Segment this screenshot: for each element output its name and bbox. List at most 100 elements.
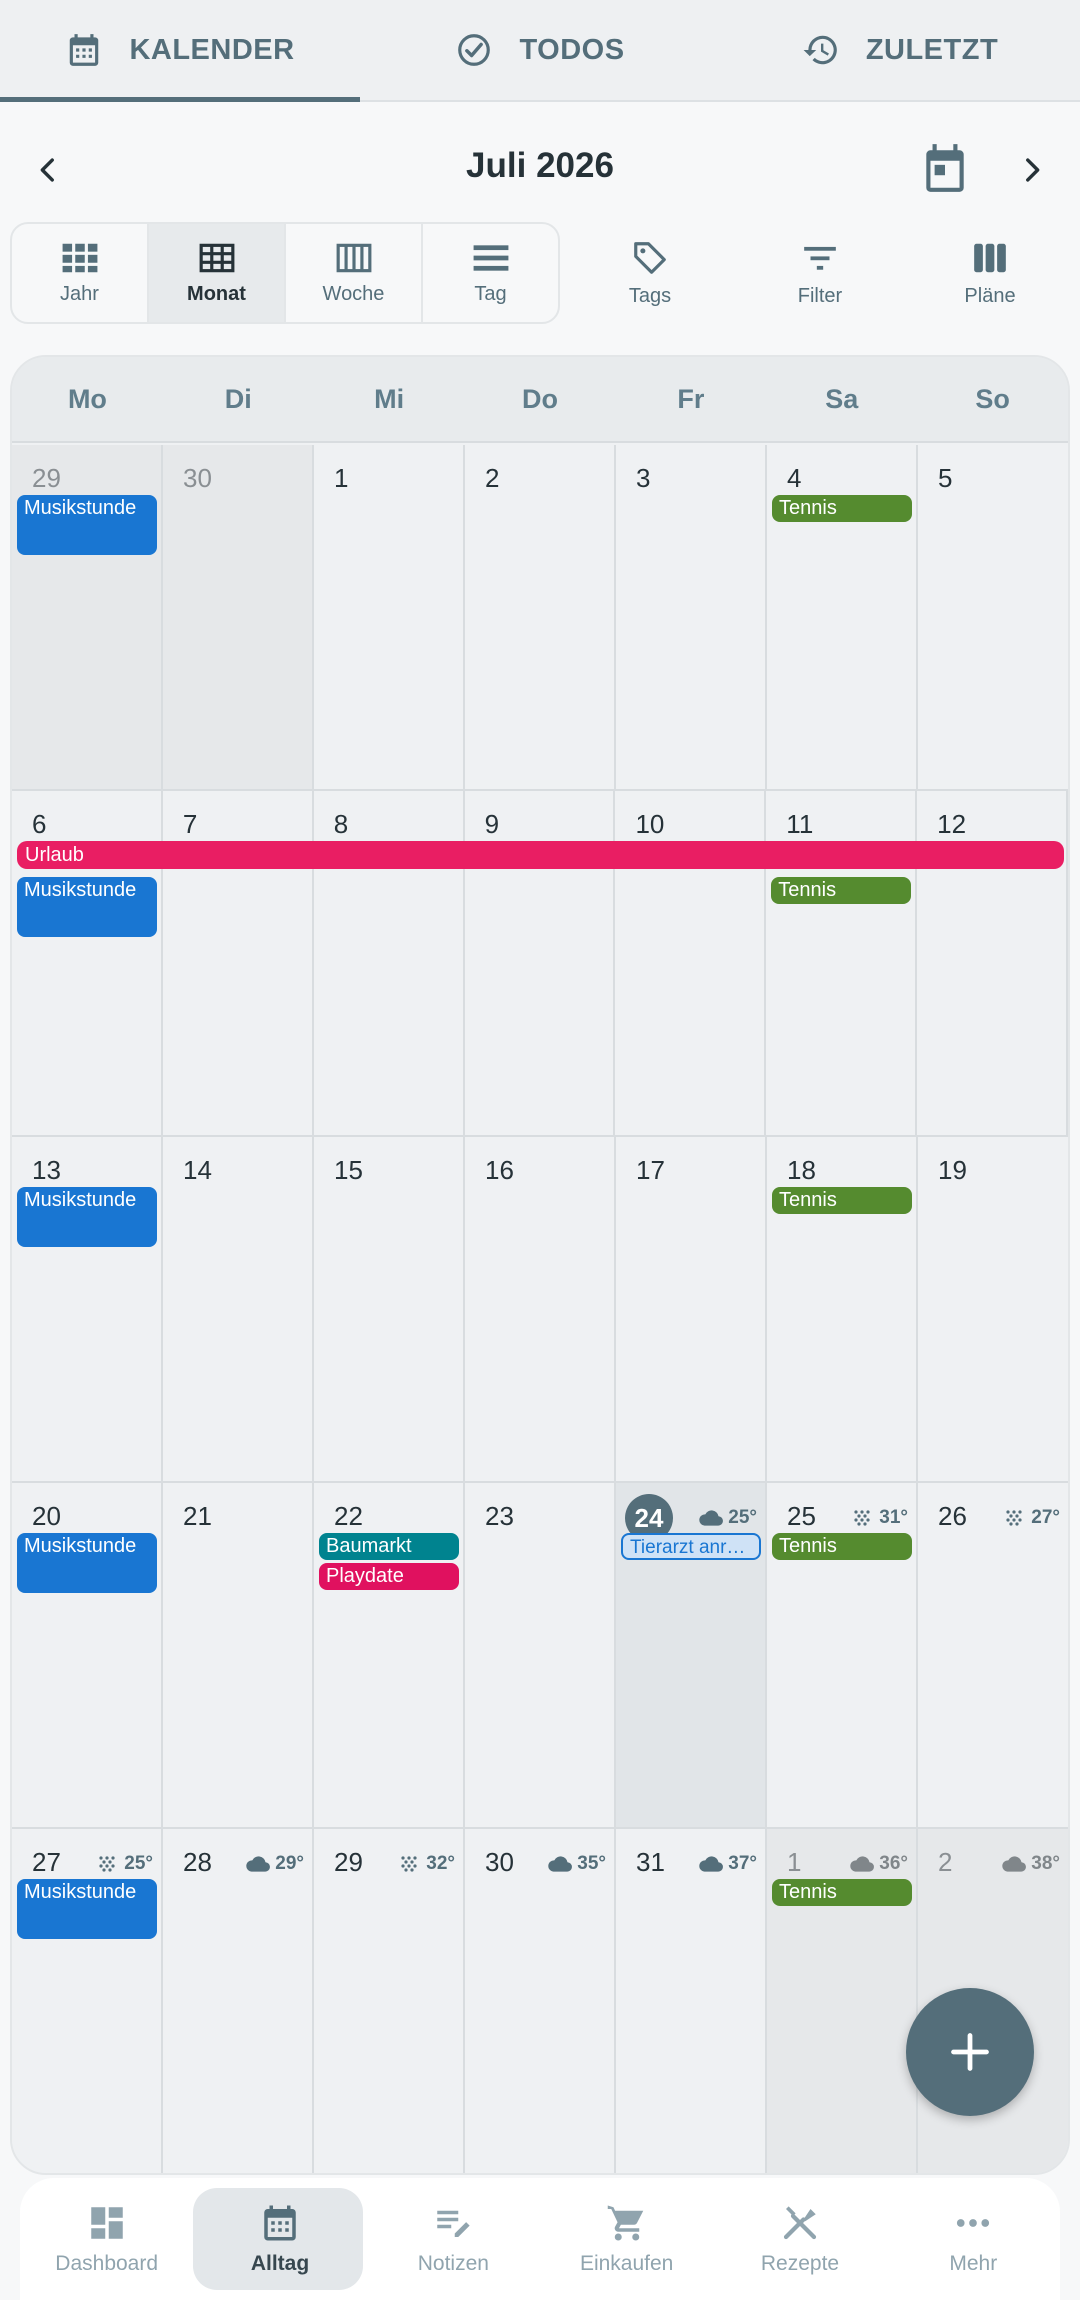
view-label: Jahr — [60, 282, 99, 305]
snow-icon — [1006, 1510, 1022, 1526]
calendar-event[interactable]: Musikstunde — [17, 1187, 157, 1247]
tool-label: Pläne — [964, 284, 1016, 307]
calendar-event[interactable]: Baumarkt — [319, 1533, 459, 1560]
day-number: 26 — [938, 1501, 967, 1531]
day-cell[interactable]: 13 Musikstunde — [12, 1137, 163, 1481]
view-label: Monat — [187, 282, 246, 305]
calendar-event[interactable]: Tierarzt anr… — [621, 1533, 761, 1560]
day-cell[interactable]: 1 — [314, 445, 465, 789]
day-cell[interactable]: 27 25° Musikstunde — [12, 1829, 163, 2173]
day-number: 27 — [32, 1847, 61, 1877]
day-number: 7 — [182, 809, 198, 839]
cloud-icon — [849, 1854, 875, 1874]
view-label: Tag — [474, 282, 507, 305]
view-woche-button[interactable]: Woche — [286, 224, 423, 322]
day-cell[interactable]: 28 29° — [163, 1829, 314, 2173]
day-cell[interactable]: 4 Tennis — [767, 445, 918, 789]
day-cell[interactable]: 22 Baumarkt Playdate — [314, 1483, 465, 1827]
calendar-event[interactable]: Tennis — [772, 1879, 912, 1906]
nav-alltag[interactable]: Alltag — [193, 2188, 366, 2300]
day-number: 16 — [485, 1155, 514, 1185]
snow-icon — [1001, 1508, 1027, 1528]
cloud-icon — [245, 1854, 271, 1874]
view-jahr-button[interactable]: Jahr — [12, 224, 149, 322]
next-month-button[interactable] — [1002, 140, 1062, 200]
calendar-icon — [264, 2205, 296, 2241]
day-cell[interactable]: 25 31° Tennis — [767, 1483, 918, 1827]
day-cell[interactable]: 20 Musikstunde — [12, 1483, 163, 1827]
weather-forecast: 27° — [1001, 1507, 1060, 1529]
tab-kalender[interactable]: KALENDER — [0, 0, 360, 102]
day-number: 13 — [32, 1155, 61, 1185]
calendar-event[interactable]: Musikstunde — [17, 1533, 157, 1593]
day-cell[interactable]: 2 — [465, 445, 616, 789]
day-cell[interactable]: 23 — [465, 1483, 616, 1827]
view-monat-button[interactable]: Monat — [149, 224, 286, 322]
day-number: 28 — [183, 1847, 212, 1877]
add-event-button[interactable] — [906, 1988, 1034, 2116]
filter-button[interactable]: Filter — [755, 222, 885, 324]
calendar-event[interactable]: Musikstunde — [17, 877, 157, 937]
day-cell[interactable]: 18 Tennis — [767, 1137, 918, 1481]
tab-zuletzt[interactable]: ZULETZT — [720, 0, 1080, 100]
day-cell[interactable]: 19 — [918, 1137, 1068, 1481]
day-number: 29 — [334, 1847, 363, 1877]
day-cell[interactable]: 29 32° — [314, 1829, 465, 2173]
cloud-icon — [698, 1508, 724, 1528]
plus-icon — [951, 2033, 989, 2071]
day-cell[interactable]: 26 27° — [918, 1483, 1068, 1827]
day-number: 9 — [484, 809, 500, 839]
more-icon — [957, 2219, 990, 2227]
day-number: 20 — [32, 1501, 61, 1531]
calendar-event[interactable]: Tennis — [772, 1187, 912, 1214]
calendar-event[interactable]: Tennis — [771, 877, 912, 904]
week-columns-icon — [336, 243, 371, 272]
nav-rezepte[interactable]: Rezepte — [713, 2192, 886, 2300]
weather-temperature: 37° — [728, 1853, 757, 1874]
day-number: 18 — [787, 1155, 816, 1185]
tags-button[interactable]: Tags — [585, 222, 715, 324]
weekday-label: Fr — [677, 383, 705, 414]
today-button[interactable] — [914, 138, 976, 200]
calendar-event[interactable]: Tennis — [772, 495, 912, 522]
nav-label: Einkaufen — [579, 2252, 674, 2275]
day-cell[interactable]: 5 — [918, 445, 1068, 789]
calendar-event[interactable]: Musikstunde — [17, 1879, 157, 1939]
weather-forecast: 37° — [698, 1853, 757, 1875]
tab-label: TODOS — [519, 33, 625, 66]
day-cell[interactable]: 17 — [616, 1137, 767, 1481]
weekday-label: Mo — [67, 383, 107, 414]
plans-button[interactable]: Pläne — [925, 222, 1055, 324]
view-tag-button[interactable]: Tag — [423, 224, 558, 322]
calendar-event[interactable]: Musikstunde — [17, 495, 157, 555]
snow-icon — [854, 1510, 870, 1526]
tab-label: KALENDER — [129, 33, 295, 66]
tab-todos[interactable]: TODOS — [360, 0, 720, 100]
multi-day-event[interactable]: Urlaub — [17, 841, 1064, 869]
cloud-icon — [698, 1854, 724, 1874]
nav-label: Mehr — [949, 2252, 998, 2275]
nav-notizen[interactable]: Notizen — [367, 2192, 540, 2300]
day-cell[interactable]: 30 — [163, 445, 314, 789]
view-label: Woche — [322, 282, 385, 305]
day-cell[interactable]: 29 Musikstunde — [12, 445, 163, 789]
calendar-event[interactable]: Playdate — [319, 1563, 459, 1590]
calendar-event[interactable]: Tennis — [772, 1533, 912, 1560]
month-header: Juli 2026 — [0, 122, 1080, 218]
day-cell[interactable]: 30 35° — [465, 1829, 616, 2173]
day-cell[interactable]: 1 36° Tennis — [767, 1829, 918, 2173]
day-cell[interactable]: 24 25° Tierarzt anr… — [616, 1483, 767, 1827]
day-number: 30 — [183, 463, 212, 493]
day-cell[interactable]: 15 — [314, 1137, 465, 1481]
nav-dashboard[interactable]: Dashboard — [20, 2192, 193, 2300]
day-cell[interactable]: 14 — [163, 1137, 314, 1481]
day-cell[interactable]: 16 — [465, 1137, 616, 1481]
day-cell[interactable]: 31 37° — [616, 1829, 767, 2173]
nav-label: Notizen — [417, 2252, 489, 2275]
day-cell[interactable]: 21 — [163, 1483, 314, 1827]
day-cell[interactable]: 3 — [616, 445, 767, 789]
nav-einkaufen[interactable]: Einkaufen — [540, 2192, 713, 2300]
nav-mehr[interactable]: Mehr — [887, 2192, 1060, 2300]
weekday-header: Mo Di Mi Do Fr Sa So — [12, 357, 1068, 443]
weather-forecast: 31° — [849, 1507, 908, 1529]
